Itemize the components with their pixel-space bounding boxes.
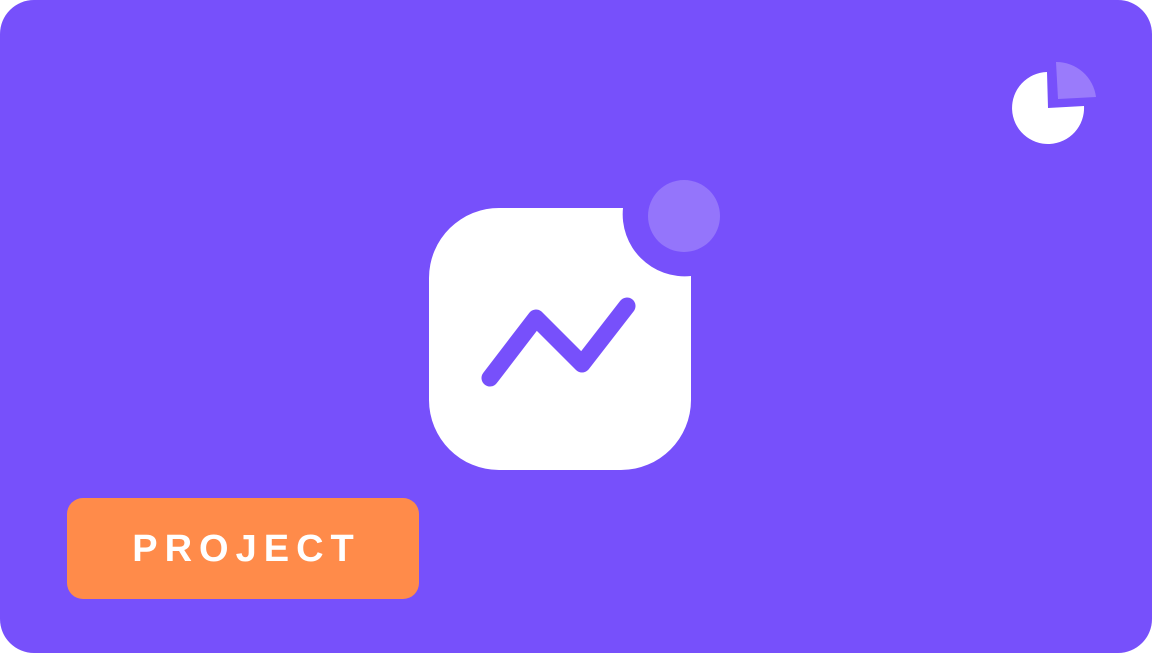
notification-dot xyxy=(648,180,720,252)
trend-line-app-icon xyxy=(429,180,720,470)
pie-chart-highlight-slice xyxy=(1056,61,1096,99)
project-badge: PROJECT xyxy=(67,498,419,599)
project-card: PROJECT xyxy=(0,0,1152,653)
pie-chart-icon xyxy=(1012,61,1096,144)
project-badge-label: PROJECT xyxy=(132,527,361,570)
